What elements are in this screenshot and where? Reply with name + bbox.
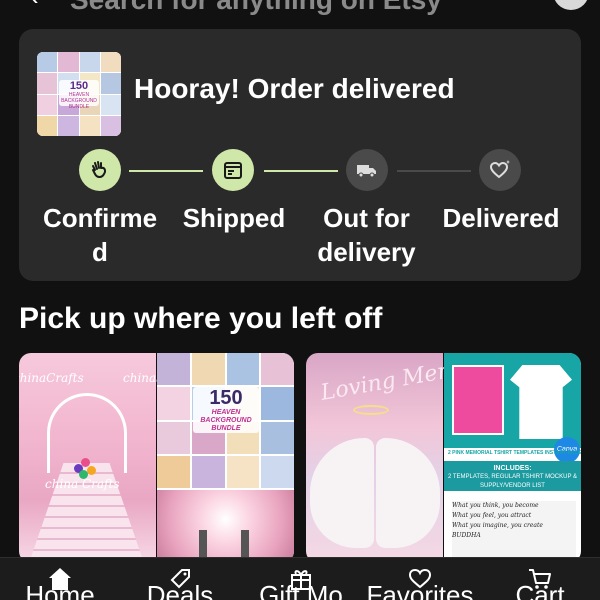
step-label-out-for-delivery: Out for delivery xyxy=(299,201,434,269)
wing-graphic xyxy=(310,438,374,548)
nav-label: Gift Mo xyxy=(259,580,343,600)
nav-label: Favorites xyxy=(366,580,474,600)
nav-item-deals[interactable]: Deals xyxy=(130,558,230,600)
truck-icon xyxy=(357,165,376,178)
hand-wave-icon xyxy=(92,161,106,178)
nav-item-cart[interactable]: Cart xyxy=(500,558,580,600)
step-shipped-icon xyxy=(212,149,254,191)
listing-caption: 2 PINK MEMORIAL TSHIRT TEMPLATES INSTANT… xyxy=(448,450,581,456)
halo-graphic xyxy=(353,405,389,415)
listing-image-bottom xyxy=(157,490,294,563)
listing-image-title: Loving Mem xyxy=(318,357,461,406)
listing-image-left: chinaCrafts chinaS china Crafts xyxy=(19,353,164,563)
progress-line xyxy=(264,170,338,172)
progress-line xyxy=(397,170,471,172)
package-icon xyxy=(224,162,242,179)
thumbnail-badge: 150 HEAVEN BACKGROUND BUNDLE xyxy=(59,80,99,110)
poster-graphic xyxy=(452,365,504,435)
search-bar[interactable]: ‹ Search for anything on Etsy xyxy=(0,0,600,18)
step-label-text: Shipped xyxy=(182,203,286,233)
step-delivered-icon xyxy=(479,149,521,191)
includes-banner: INCLUDES: 2 TEMPLATES, REGULAR TSHIRT MO… xyxy=(444,461,581,491)
step-label-text: Confirme d xyxy=(42,203,158,267)
back-arrow-icon[interactable]: ‹ xyxy=(30,0,56,9)
nav-item-favorites[interactable]: Favorites xyxy=(355,558,485,600)
listing-image-left: Loving Mem xyxy=(306,353,460,563)
order-status-title: Hooray! Order delivered xyxy=(134,73,455,104)
tshirt-preview xyxy=(444,353,581,448)
step-label-shipped: Shipped xyxy=(169,201,299,235)
heart-sparkle-icon xyxy=(489,160,510,179)
nav-label: Home xyxy=(25,580,95,600)
nav-item-gift-mode[interactable]: Gift Mo xyxy=(236,558,366,600)
watermark-text: china Crafts xyxy=(45,477,120,491)
nav-item-home[interactable]: Home xyxy=(10,558,110,600)
section-title: Pick up where you left off xyxy=(19,302,383,335)
listing-image-right: 150 HEAVEN BACKGROUND BUNDLE xyxy=(157,353,294,563)
tshirt-graphic xyxy=(510,365,572,439)
step-label-text: Delivered xyxy=(442,203,560,233)
step-out-for-delivery-icon xyxy=(346,149,388,191)
search-input[interactable]: Search for anything on Etsy xyxy=(70,0,442,16)
bottom-nav: Home Deals Gift Mo Favorites Cart xyxy=(0,557,600,600)
avatar[interactable] xyxy=(553,0,589,10)
wing-graphic xyxy=(376,438,440,548)
watermark-text: chinaCrafts xyxy=(19,371,84,385)
nav-label: Deals xyxy=(146,580,214,600)
recent-listing-card[interactable]: Loving Mem Canva 2 PINK MEMORIAL TSHIRT … xyxy=(306,353,581,563)
listing-image-right: Canva 2 PINK MEMORIAL TSHIRT TEMPLATES I… xyxy=(444,353,581,563)
recent-listing-card[interactable]: chinaCrafts chinaS china Crafts 150 HEAV… xyxy=(19,353,294,563)
order-thumbnail: 150 HEAVEN BACKGROUND BUNDLE xyxy=(37,52,121,136)
step-label-text: Out for delivery xyxy=(317,203,416,267)
delivery-progress-tracker: Confirme d Shipped Out for delivery Delive… xyxy=(19,149,581,279)
bundle-badge: 150 HEAVEN BACKGROUND BUNDLE xyxy=(193,387,259,433)
nav-label: Cart xyxy=(515,580,565,600)
step-label-confirmed: Confirme d xyxy=(29,201,171,269)
quote-note: What you think, you become What you feel… xyxy=(452,501,576,563)
step-confirmed-icon xyxy=(79,149,121,191)
order-status-card[interactable]: 150 HEAVEN BACKGROUND BUNDLE Hooray! Ord… xyxy=(19,29,581,281)
progress-line xyxy=(129,170,203,172)
step-label-delivered: Delivered xyxy=(431,201,571,235)
